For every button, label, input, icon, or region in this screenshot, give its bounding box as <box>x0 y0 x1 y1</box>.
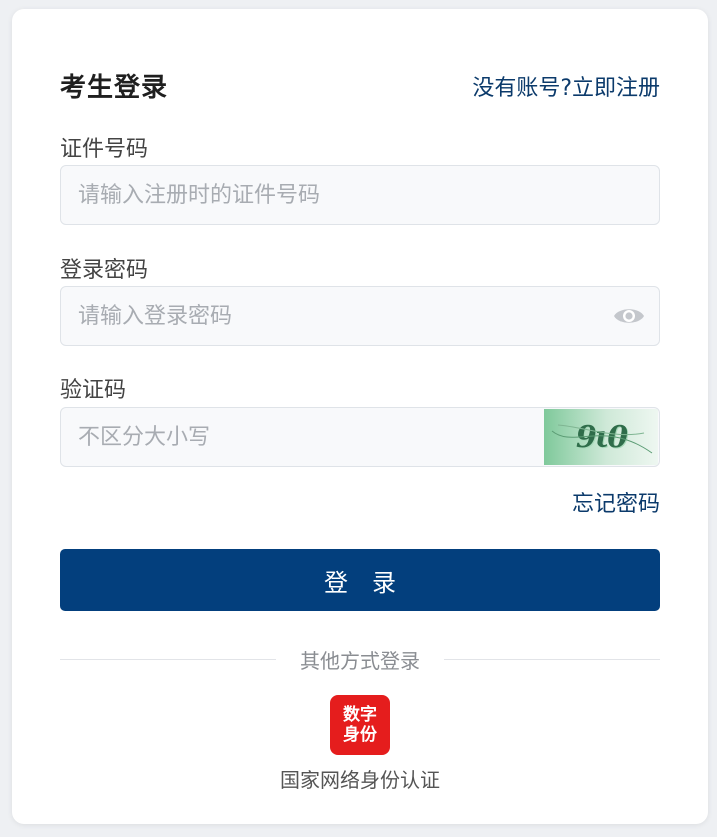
captcha-input[interactable] <box>61 408 544 466</box>
password-field-wrap <box>60 286 660 346</box>
other-login-text: 其他方式登录 <box>300 649 420 673</box>
captcha-image[interactable]: 9ι0 <box>544 409 658 465</box>
captcha-label: 验证码 <box>60 378 127 403</box>
digital-identity-logo-icon[interactable]: 数字 身份 <box>330 695 390 755</box>
password-label: 登录密码 <box>60 258 149 283</box>
other-login-divider: 其他方式登录 <box>60 645 660 674</box>
divider-line-right <box>444 659 660 660</box>
logo-text-line2: 身份 <box>343 725 377 745</box>
captcha-field-wrap: 9ι0 <box>60 407 660 467</box>
password-input[interactable] <box>61 287 599 345</box>
national-id-auth-label: 国家网络身份认证 <box>280 768 440 792</box>
logo-text-line1: 数字 <box>343 705 377 725</box>
login-header: 考生登录 没有账号?立即注册 <box>60 67 660 104</box>
national-id-auth-option[interactable]: 数字 身份 国家网络身份认证 <box>12 695 708 793</box>
login-card: 考生登录 没有账号?立即注册 证件号码 登录密码 验证码 9ι0 忘记密码 登录 <box>12 9 708 824</box>
id-number-input[interactable] <box>61 166 659 224</box>
divider-line-left <box>60 659 276 660</box>
page-title: 考生登录 <box>60 73 169 103</box>
register-link[interactable]: 没有账号?立即注册 <box>472 70 660 102</box>
forgot-password-link[interactable]: 忘记密码 <box>572 486 660 518</box>
id-number-label: 证件号码 <box>60 137 149 162</box>
login-button[interactable]: 登录 <box>60 549 660 611</box>
id-number-field-wrap <box>60 165 660 225</box>
eye-icon[interactable] <box>599 287 659 345</box>
